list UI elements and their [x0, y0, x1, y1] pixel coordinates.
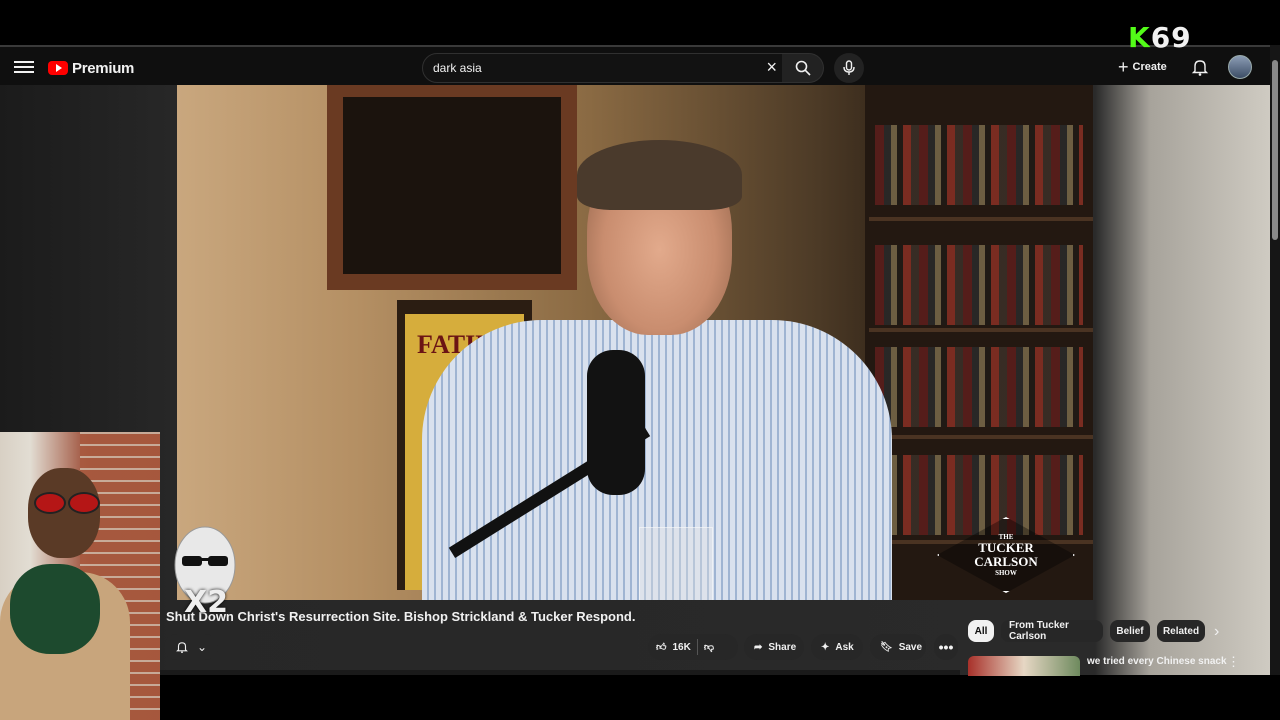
- chip-all[interactable]: All: [968, 620, 994, 642]
- bookmark-icon: 🔖︎: [880, 641, 893, 653]
- logo-show: SHOW: [995, 569, 1017, 577]
- recommendation-thumbnail[interactable]: [968, 656, 1080, 676]
- save-button[interactable]: 🔖︎ Save: [870, 634, 926, 660]
- chip-belief[interactable]: Belief: [1110, 620, 1150, 642]
- microphone: [587, 350, 645, 495]
- thumbs-up-icon[interactable]: 👍︎: [656, 641, 666, 653]
- video-title: Shut Down Christ's Resurrection Site. Bi…: [166, 609, 636, 624]
- logo-carlson: CARLSON: [974, 554, 1038, 569]
- k69-number: 69: [1150, 21, 1192, 54]
- notifications-bell-icon[interactable]: [1190, 57, 1210, 77]
- water-glass: [639, 527, 713, 600]
- sparkle-icon: ✦: [821, 641, 830, 653]
- menu-icon[interactable]: [14, 58, 34, 76]
- presenter-hair: [577, 140, 742, 210]
- plus-icon: +: [1118, 56, 1129, 77]
- chevron-down-icon: ⌄: [196, 640, 208, 654]
- ask-button[interactable]: ✦ Ask: [811, 634, 863, 660]
- top-bar: Premium × + Create: [0, 45, 1270, 87]
- chip-from-tucker-carlson[interactable]: From Tucker Carlson: [1001, 620, 1103, 642]
- divider: [696, 639, 698, 655]
- create-label: Create: [1132, 61, 1167, 73]
- subscription-bell-button[interactable]: ⌄: [164, 634, 218, 660]
- youtube-play-icon: [48, 61, 68, 75]
- like-count: 16K: [672, 641, 691, 653]
- chevron-right-icon[interactable]: ›: [1214, 623, 1219, 641]
- red-sunglasses: [34, 492, 100, 514]
- search-box[interactable]: ×: [422, 53, 784, 83]
- wall-frame: [327, 85, 577, 290]
- youtube-premium-logo[interactable]: Premium: [48, 58, 134, 78]
- microphone-icon: [843, 60, 855, 75]
- logo-tucker: TUCKER: [978, 540, 1034, 555]
- ask-label: Ask: [835, 641, 854, 653]
- like-dislike-group[interactable]: 👍︎ 16K 👎︎: [648, 634, 738, 660]
- streamer-hoodie: [10, 564, 100, 654]
- k69-overlay-logo: K69: [1128, 22, 1192, 54]
- streamer-webcam-overlay: [0, 432, 160, 720]
- search-button[interactable]: [782, 53, 824, 83]
- create-button[interactable]: + Create: [1118, 53, 1176, 81]
- save-label: Save: [898, 641, 923, 653]
- page-divider: [160, 670, 960, 675]
- multiplier-label: X2: [184, 585, 229, 620]
- bookshelf: [865, 85, 1093, 600]
- chip-related[interactable]: Related: [1157, 620, 1205, 642]
- thumbs-down-icon[interactable]: 👎︎: [704, 641, 714, 653]
- logo-text: Premium: [72, 59, 135, 77]
- share-button[interactable]: ➦ Share: [744, 634, 804, 660]
- more-actions-button[interactable]: •••: [934, 634, 958, 660]
- more-horizontal-icon: •••: [938, 639, 954, 655]
- video-player[interactable]: FATIMA THE TUCKER CARLSON SHOW: [177, 85, 1093, 600]
- search-icon: [795, 60, 811, 76]
- k69-k: K: [1128, 21, 1151, 54]
- share-icon: ➦: [754, 641, 763, 653]
- recommendation-title[interactable]: we tried every Chinese snack: [1087, 656, 1227, 667]
- scrollbar-thumb[interactable]: [1272, 60, 1278, 240]
- search-input[interactable]: [423, 60, 755, 76]
- bell-icon: [176, 642, 188, 654]
- clear-search-icon[interactable]: ×: [766, 57, 777, 78]
- account-avatar[interactable]: [1228, 55, 1252, 79]
- recommendation-more-icon[interactable]: ⋮: [1227, 654, 1240, 670]
- share-label: Share: [768, 641, 797, 653]
- voice-search-button[interactable]: [834, 53, 864, 83]
